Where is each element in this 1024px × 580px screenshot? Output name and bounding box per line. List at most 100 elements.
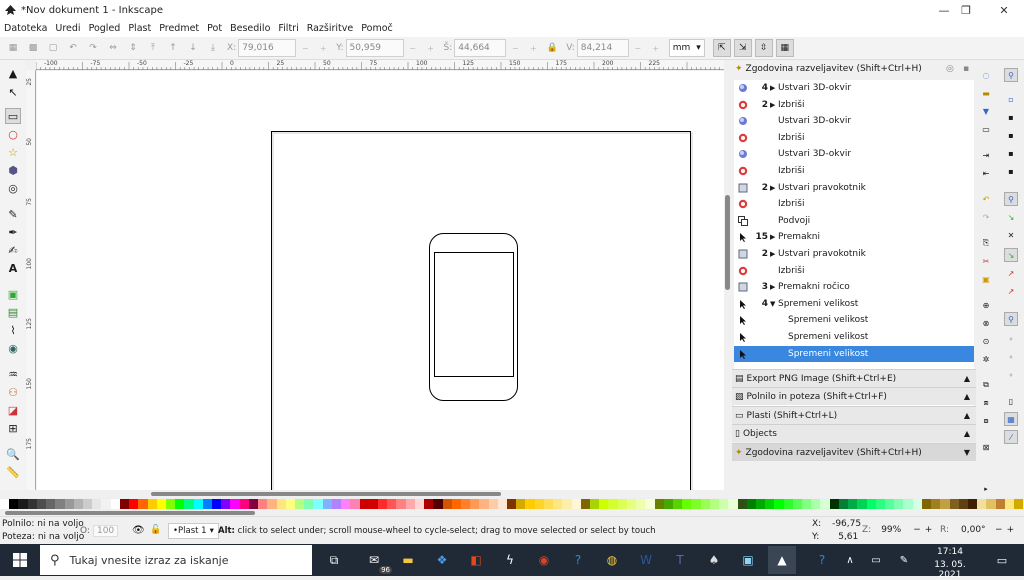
color-swatch[interactable] — [894, 499, 904, 509]
taskbar-search-box[interactable]: ⚲ Tukaj vnesite izraz za iskanje — [40, 545, 312, 575]
color-swatch[interactable] — [553, 499, 563, 509]
color-swatch[interactable] — [92, 499, 102, 509]
color-swatch[interactable] — [479, 499, 489, 509]
height-increase-button[interactable]: + — [647, 39, 665, 57]
ellipse-tool-icon[interactable]: ○ — [5, 126, 21, 142]
color-swatch[interactable] — [313, 499, 323, 509]
y-increase-button[interactable]: + — [422, 39, 440, 57]
snap-bbox-center-icon[interactable]: ▪ — [1004, 164, 1018, 178]
expander-icon[interactable]: ▼ — [770, 300, 775, 308]
opacity-field[interactable]: 100 — [92, 525, 119, 537]
color-swatch[interactable] — [903, 499, 913, 509]
ruler-tool-icon[interactable]: 📏 — [5, 464, 21, 480]
start-button[interactable] — [6, 546, 34, 574]
expander-icon[interactable]: ▶ — [770, 233, 775, 241]
word-icon[interactable]: W — [632, 546, 660, 574]
eraser-tool-icon[interactable]: ◪ — [5, 402, 21, 418]
color-swatch[interactable] — [940, 499, 950, 509]
color-swatch[interactable] — [147, 499, 157, 509]
color-swatch[interactable] — [958, 499, 968, 509]
layer-lock-icon[interactable]: 🔓 — [150, 525, 161, 535]
zoom-field[interactable]: 99% — [881, 525, 911, 535]
color-swatch[interactable] — [460, 499, 471, 509]
color-swatch[interactable] — [746, 499, 756, 509]
history-row[interactable]: Spremeni velikost — [734, 345, 974, 362]
rotation-increase-button[interactable]: + — [1007, 525, 1015, 535]
drawing-canvas[interactable] — [37, 71, 724, 490]
zoom-width-icon[interactable]: ✲ — [979, 352, 993, 366]
history-row[interactable]: Izbriši — [734, 263, 974, 279]
panel-export-png[interactable]: ▤ Export PNG Image (Shift+Ctrl+E) ▲ — [732, 369, 976, 387]
x-decrease-button[interactable]: − — [296, 39, 314, 57]
color-swatch[interactable] — [322, 499, 332, 509]
help-tray-icon[interactable]: ? — [808, 546, 836, 574]
snap-intersections-icon[interactable]: ✕ — [1004, 228, 1018, 242]
color-swatch[interactable] — [18, 499, 28, 509]
snap-midpoints-icon[interactable]: ↗ — [1004, 284, 1018, 298]
snap-enable-icon[interactable]: ⚲ — [1004, 68, 1018, 82]
height-decrease-button[interactable]: − — [629, 39, 647, 57]
canvas-horizontal-scrollbar[interactable] — [36, 490, 724, 498]
color-swatch[interactable] — [599, 499, 609, 509]
color-swatch[interactable] — [617, 499, 627, 509]
y-decrease-button[interactable]: − — [404, 39, 422, 57]
export-icon[interactable]: ⇤ — [979, 166, 993, 180]
lower-bottom-icon[interactable]: ⤓ — [206, 41, 220, 55]
flip-vertical-icon[interactable]: ⇕ — [126, 41, 140, 55]
snap-text-baseline-icon[interactable]: ◦ — [1004, 368, 1018, 382]
more-commands-icon[interactable]: ▸ — [979, 482, 993, 496]
cut-icon[interactable]: ✂ — [979, 254, 993, 268]
color-swatch[interactable] — [433, 499, 443, 509]
color-swatch[interactable] — [350, 499, 360, 509]
color-swatch[interactable] — [967, 499, 978, 509]
color-swatch[interactable] — [27, 499, 37, 509]
snap-grid-icon[interactable]: ▦ — [1004, 412, 1018, 426]
notifications-icon[interactable]: ▭ — [988, 546, 1016, 574]
calligraphy-tool-icon[interactable]: ✍ — [5, 242, 21, 258]
unlink-clone-icon[interactable]: ⧇ — [979, 414, 993, 428]
history-row[interactable]: Izbriši — [734, 130, 974, 146]
group-icon[interactable]: ⊠ — [979, 440, 993, 454]
color-swatch[interactable] — [55, 499, 65, 509]
color-swatch[interactable] — [516, 499, 526, 509]
color-swatch[interactable] — [765, 499, 775, 509]
color-swatch[interactable] — [543, 499, 554, 509]
color-swatch[interactable] — [424, 499, 434, 509]
color-swatch[interactable] — [737, 499, 747, 509]
snap-cusp-icon[interactable]: ↘ — [1004, 248, 1018, 262]
paint-bucket-tool-icon[interactable]: ◉ — [5, 340, 21, 356]
taskbar-clock[interactable]: 17:14 13. 05. 2021 — [922, 547, 978, 580]
color-swatch[interactable] — [165, 499, 176, 509]
layer-visibility-icon[interactable]: 👁 — [132, 525, 145, 536]
selector-tool-icon[interactable]: ▲ — [5, 65, 21, 81]
zoom-page-icon[interactable]: ⊙ — [979, 334, 993, 348]
history-row[interactable]: Spremeni velikost — [734, 329, 974, 345]
color-swatch[interactable] — [368, 499, 378, 509]
color-swatch[interactable] — [0, 499, 10, 509]
raise-top-icon[interactable]: ⤒ — [146, 41, 160, 55]
color-swatch[interactable] — [470, 499, 480, 509]
snap-bbox-midpoints-icon[interactable]: ▪ — [1004, 146, 1018, 160]
mail-app-icon[interactable]: ✉ 96 — [360, 546, 392, 574]
color-swatch[interactable] — [304, 499, 314, 509]
width-field[interactable]: 44,664 — [454, 39, 507, 57]
color-swatch[interactable] — [562, 499, 572, 509]
snap-bbox-edges-icon[interactable]: ▪ — [1004, 110, 1018, 124]
color-swatch[interactable] — [626, 499, 637, 509]
battery-icon[interactable]: ▭ — [862, 546, 890, 574]
color-palette[interactable] — [0, 498, 1024, 510]
color-swatch[interactable] — [654, 499, 664, 509]
color-swatch[interactable] — [663, 499, 673, 509]
history-row[interactable]: Spremeni velikost — [734, 312, 974, 328]
color-swatch[interactable] — [267, 499, 277, 509]
color-swatch[interactable] — [700, 499, 710, 509]
color-swatch[interactable] — [820, 499, 830, 509]
width-increase-button[interactable]: + — [524, 39, 542, 57]
redo-icon[interactable]: ↷ — [979, 210, 993, 224]
color-swatch[interactable] — [709, 499, 720, 509]
rotation-field[interactable]: 0,00° — [961, 525, 995, 535]
inkscape-taskbar-icon[interactable]: ▲ — [768, 546, 796, 574]
lower-icon[interactable]: ↓ — [186, 41, 200, 55]
color-swatch[interactable] — [64, 499, 74, 509]
snap-page-border-icon[interactable]: ▯ — [1004, 394, 1018, 408]
